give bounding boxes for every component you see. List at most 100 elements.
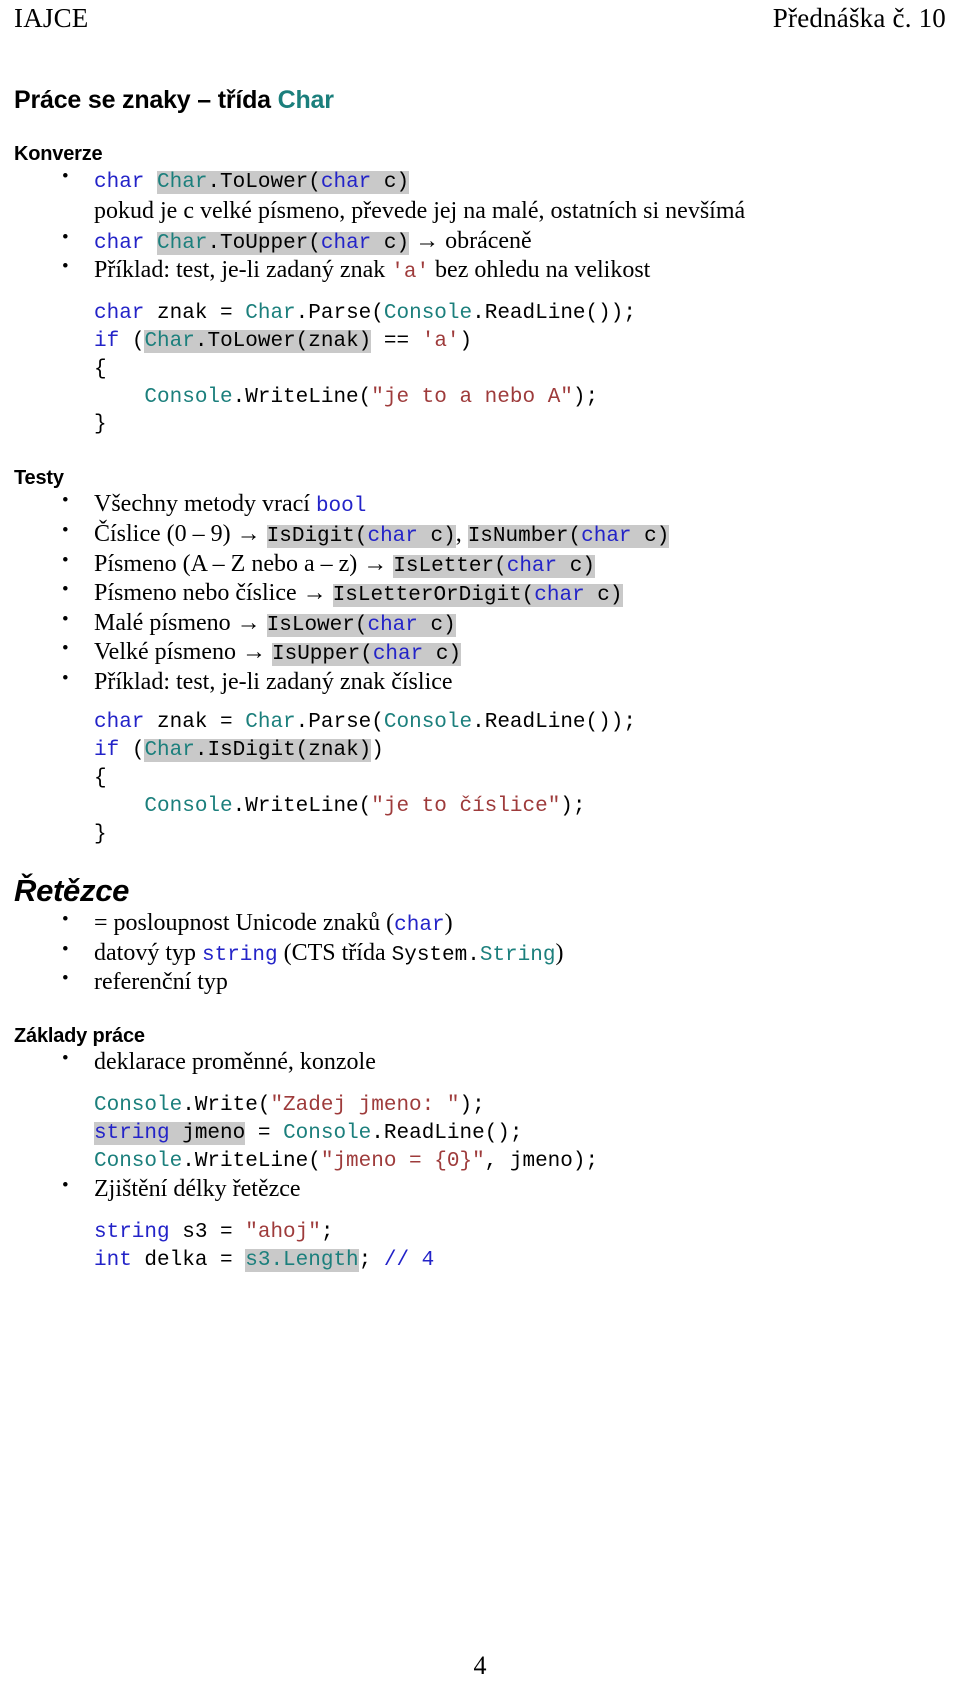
code-brace: } (94, 823, 107, 846)
code-keyword: char (367, 613, 418, 637)
code-block-string-length: string s3 = "ahoj"; int delka = s3.Lengt… (14, 1219, 946, 1275)
code-type: Console (383, 301, 473, 325)
code-text: .ReadLine()); (472, 301, 636, 325)
code-type: Console (94, 1093, 183, 1117)
code-keyword: char (534, 584, 585, 608)
code-text: .WriteLine( (182, 1149, 321, 1173)
code-keyword: char (372, 643, 424, 667)
code-keyword: char (367, 525, 418, 548)
code-param: c) (371, 231, 410, 255)
page-number: 4 (473, 1651, 487, 1680)
string-literal: "ahoj" (245, 1220, 321, 1244)
code-type: Char (157, 231, 208, 255)
char-literal: 'a' (421, 329, 460, 353)
code-method: IsDigit( (266, 525, 368, 548)
testy-list: Všechny metody vrací bool Číslice (0 – 9… (14, 489, 946, 697)
code-keyword: char (94, 301, 145, 325)
code-keyword-char: char (394, 913, 445, 937)
tolower-description: pokud je c velké písmeno, převede jej na… (94, 198, 746, 225)
list-item: Příklad: test, je-li zadaný znak 'a' bez… (14, 255, 946, 286)
code-param: c) (417, 525, 456, 548)
code-keyword-bool: bool (315, 495, 367, 519)
code-keyword: char (320, 170, 372, 194)
code-text: ); (459, 1093, 485, 1117)
code-isupper: IsUpper(char c) (271, 643, 462, 667)
list-item: Velké písmeno → IsUpper(char c) (14, 637, 946, 668)
list-item: Číslice (0 – 9) → IsDigit(char c), IsNum… (14, 519, 946, 550)
code-text: ( (119, 739, 145, 763)
code-identifier: jmeno (169, 1121, 246, 1145)
zaklady-list: deklarace proměnné, konzole (14, 1047, 946, 1077)
code-param: c) (417, 613, 456, 637)
code-text: .IsDigit(znak) (194, 739, 372, 763)
code-text: delka = (131, 1248, 246, 1272)
code-method: .ToUpper( (207, 231, 321, 255)
code-keyword: string (94, 1121, 170, 1145)
list-item: Zjištění délky řetězce (14, 1174, 946, 1204)
code-keyword: char (94, 170, 145, 194)
code-method: IsNumber( (467, 525, 582, 548)
code-length-property: s3.Length (245, 1248, 359, 1272)
page-title-text: Práce se znaky – třída (14, 85, 278, 114)
header-course-code: IAJCE (14, 3, 89, 33)
code-isletterordigit: IsLetterOrDigit(char c) (332, 584, 623, 608)
list-item: datový typ string (CTS třída System.Stri… (14, 938, 946, 969)
letterordigit-test-label: Písmeno nebo číslice → (94, 580, 333, 607)
code-param: c) (371, 170, 410, 194)
code-text: ) (459, 329, 473, 353)
page-title-accent: Char (277, 85, 334, 114)
code-keyword: if (94, 739, 120, 763)
letter-test-label: Písmeno (A – Z nebo a – z) → (94, 550, 394, 577)
toupper-note: → obráceně (409, 227, 532, 254)
code-text: .Parse( (295, 301, 384, 325)
code-text: ); (560, 795, 586, 819)
code-text: .Write( (182, 1093, 271, 1117)
unicode-seq-suffix: ) (444, 909, 453, 936)
string-literal: "je to a nebo A" (371, 385, 573, 409)
lower-test-label: Malé písmeno → (94, 609, 267, 636)
code-param: c) (423, 643, 462, 667)
code-param: c) (584, 584, 623, 608)
code-text: znak = (144, 301, 246, 325)
datatype-suffix: ) (555, 939, 564, 966)
code-type: Char (144, 739, 195, 763)
testy-return-text: Všechny metody vrací (94, 491, 316, 518)
string-literal: "Zadej jmeno: " (270, 1093, 460, 1117)
code-text: .ReadLine(); (371, 1121, 523, 1145)
code-brace: { (94, 357, 107, 381)
konverze-list-2: char Char.ToUpper(char c) → obráceně Pří… (14, 226, 946, 286)
section-heading-retezce: Řetězce (14, 872, 130, 908)
document-page: IAJCE Přednáška č. 10 Práce se znaky – t… (0, 0, 960, 1707)
code-text: .Parse( (295, 711, 384, 735)
code-brace: { (94, 767, 107, 791)
zaklady-list-2: Zjištění délky řetězce (14, 1174, 946, 1204)
char-literal: 'a' (391, 261, 430, 285)
code-text: .WriteLine( (232, 385, 372, 409)
code-method: IsLetterOrDigit( (332, 584, 535, 608)
digit-test-label: Číslice (0 – 9) → (94, 521, 267, 547)
page-header: IAJCE Přednáška č. 10 (14, 0, 946, 34)
code-type: Char (245, 301, 296, 325)
section-heading-konverze: Konverze (14, 142, 103, 165)
code-text: ; (320, 1220, 334, 1244)
code-type: Console (144, 795, 233, 819)
code-brace: } (94, 413, 107, 437)
code-type: Char (144, 329, 195, 353)
list-item: Všechny metody vrací bool (14, 489, 946, 520)
code-text: ); (572, 385, 599, 409)
code-toupper-signature: char Char.ToUpper(char c) (94, 231, 410, 255)
code-param: c) (557, 554, 595, 578)
code-type: Char (157, 170, 208, 194)
code-isletter: IsLetter(char c) (393, 554, 595, 578)
upper-test-label: Velké písmeno → (94, 639, 272, 666)
code-comment: // 4 (383, 1248, 435, 1272)
code-param: c) (631, 525, 670, 548)
list-item: referenční typ (14, 967, 946, 997)
list-item: Písmeno nebo číslice → IsLetterOrDigit(c… (14, 578, 946, 609)
code-islower: IsLower(char c) (266, 613, 456, 637)
code-text: .WriteLine( (232, 795, 372, 819)
code-type: Console (144, 385, 233, 409)
code-text: .ReadLine()); (472, 711, 636, 735)
code-text: ) (371, 739, 384, 763)
